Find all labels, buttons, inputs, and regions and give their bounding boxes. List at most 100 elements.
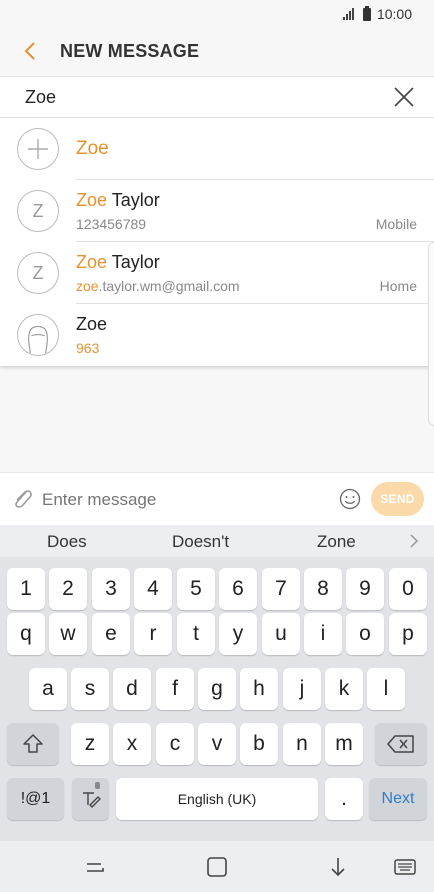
header: NEW MESSAGE [0,28,434,76]
key[interactable]: z [71,723,109,765]
key[interactable]: n [283,723,321,765]
key[interactable]: j [283,668,321,710]
navigation-bar [0,841,434,892]
suggestion-contact[interactable]: Z Zoe Taylor 123456789 Mobile [0,180,434,242]
key[interactable]: a [29,668,67,710]
key[interactable]: u [262,613,300,655]
key[interactable]: w [49,613,87,655]
key[interactable]: i [304,613,342,655]
suggestion-contact[interactable]: Z Zoe Taylor zoe.taylor.wm@gmail.com Hom… [0,242,434,304]
contact-number: 963 [76,340,100,356]
emoji-button[interactable] [339,488,361,510]
key[interactable]: 2 [49,568,87,610]
home-button[interactable] [205,855,229,879]
space-key[interactable]: English (UK) [116,778,318,820]
handwriting-icon [82,792,101,808]
page-title: NEW MESSAGE [60,41,200,61]
key[interactable]: 6 [219,568,257,610]
key[interactable]: c [156,723,194,765]
contact-name: Zoe Taylor [76,252,160,272]
key[interactable]: f [156,668,194,710]
message-composer: SEND [0,472,434,525]
key[interactable]: d [113,668,151,710]
message-input[interactable] [42,490,322,510]
prediction-word[interactable]: Doesn't [172,532,229,552]
back-arrow-icon [24,42,35,60]
key[interactable]: v [198,723,236,765]
recipient-bar [0,76,434,118]
back-icon [331,858,345,877]
key[interactable]: g [198,668,236,710]
emoji-icon [339,488,361,510]
home-icon [207,857,227,877]
chevron-right-icon [410,534,419,548]
key[interactable]: k [325,668,363,710]
contact-suggestions: Zoe Z Zoe Taylor 123456789 Mobile Z Zoe … [0,118,434,366]
key[interactable]: m [325,723,363,765]
recipient-input[interactable] [25,87,345,108]
keyboard-toggle-button[interactable] [393,855,417,879]
symbols-key[interactable]: !@1 [7,778,64,820]
key[interactable]: b [240,723,278,765]
suggestion-new-recipient[interactable]: Zoe [0,118,434,180]
key[interactable]: 7 [262,568,300,610]
key[interactable]: p [389,613,427,655]
avatar [17,314,59,356]
back-nav-button[interactable] [326,855,350,879]
add-recipient-avatar [17,128,59,170]
key[interactable]: 9 [346,568,384,610]
email-type-label: Home [379,278,417,294]
key[interactable]: 5 [177,568,215,610]
key[interactable]: o [346,613,384,655]
contact-name: Zoe Taylor [76,190,160,210]
handwriting-key[interactable] [72,778,109,820]
key[interactable]: x [113,723,151,765]
edge-panel-handle[interactable] [428,242,434,426]
recent-apps-icon [87,863,104,872]
contact-number: 123456789 [76,216,147,232]
period-key[interactable]: . [325,778,363,820]
key[interactable]: 3 [92,568,130,610]
key[interactable]: 8 [304,568,342,610]
avatar: Z [17,190,59,232]
key[interactable]: t [177,613,215,655]
back-button[interactable] [16,36,46,66]
key[interactable]: h [240,668,278,710]
key[interactable]: l [367,668,405,710]
key[interactable]: 4 [134,568,172,610]
shift-key[interactable] [7,723,59,765]
plus-icon [28,139,48,159]
backspace-icon [387,735,414,753]
suggestion-query: Zoe [76,138,109,159]
close-icon [394,87,414,107]
key[interactable]: q [7,613,45,655]
backspace-key[interactable] [375,723,427,765]
send-button[interactable]: SEND [371,482,424,516]
attach-button[interactable] [10,486,34,512]
next-key[interactable]: Next [369,778,427,820]
keyboard: 1 2 3 4 5 6 7 8 9 0 q w e r t y u i o p … [0,557,434,841]
prediction-word[interactable]: Zone [317,532,356,552]
key[interactable]: s [71,668,109,710]
avatar: Z [17,252,59,294]
key[interactable]: 1 [7,568,45,610]
key[interactable]: e [92,613,130,655]
status-time: 10:00 [376,6,412,22]
person-icon [28,325,48,354]
paperclip-icon [15,490,32,508]
key[interactable]: r [134,613,172,655]
contact-email: zoe.taylor.wm@gmail.com [76,278,240,294]
keyboard-icon [394,859,416,875]
contact-name: Zoe [76,314,108,334]
key[interactable]: 0 [389,568,427,610]
battery-icon [362,5,371,21]
clear-recipient-button[interactable] [392,85,416,109]
prediction-word[interactable]: Does [47,532,87,552]
recent-apps-button[interactable] [83,855,107,879]
prediction-bar: Does Doesn't Zone [0,525,434,557]
key[interactable]: y [219,613,257,655]
suggestion-contact[interactable]: Zoe 963 [0,304,434,366]
status-bar: 10:00 [0,0,434,28]
number-type-label: Mobile [375,216,417,232]
more-predictions-button[interactable] [408,533,420,549]
